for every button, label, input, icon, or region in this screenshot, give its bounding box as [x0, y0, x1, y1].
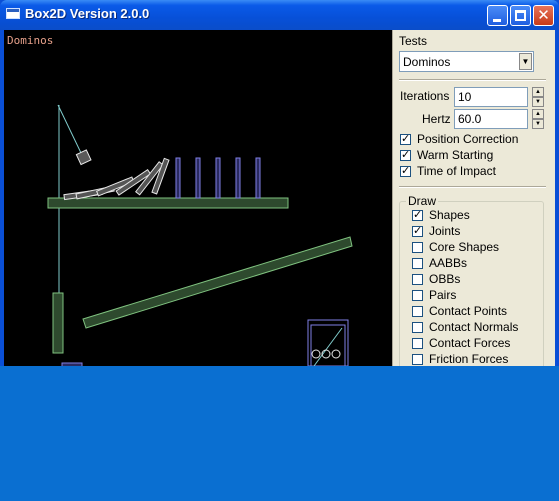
checkbox-label: Core Shapes [429, 240, 500, 254]
pendulum-rope [57, 104, 83, 156]
checkbox-box[interactable] [412, 224, 423, 237]
up-arrow-icon[interactable]: ▲ [532, 87, 544, 97]
standing-domino [215, 157, 221, 199]
window-title: Box2D Version 2.0.0 [25, 6, 150, 21]
separator [399, 186, 546, 188]
basket-outer [307, 319, 349, 366]
checkbox-box[interactable] [400, 164, 411, 177]
checkbox-box[interactable] [412, 208, 423, 221]
iterations-stepper[interactable]: ▲ ▼ [532, 87, 544, 107]
close-icon: ✕ [537, 7, 550, 24]
checkbox-label: Position Correction [417, 132, 519, 146]
checkbox-box[interactable] [400, 148, 411, 161]
app-window: Box2D Version 2.0.0 ✕ Dominos Tests Domi… [0, 0, 559, 366]
title-bar[interactable]: Box2D Version 2.0.0 ✕ [0, 0, 559, 30]
checkbox-box[interactable] [412, 322, 423, 333]
checkbox-label: Contact Forces [429, 336, 511, 350]
checkbox-label: Warm Starting [417, 148, 494, 162]
draw-group-title: Draw [406, 194, 439, 208]
upper-shelf [47, 197, 289, 209]
simulation-canvas[interactable]: Dominos [4, 30, 392, 366]
standing-domino [175, 157, 181, 199]
up-arrow-icon[interactable]: ▲ [532, 109, 544, 119]
standing-domino [235, 157, 241, 199]
hertz-field[interactable]: 60.0 [454, 109, 528, 129]
standing-domino [195, 157, 201, 199]
iterations-label: Iterations [400, 89, 450, 103]
hertz-label: Hertz [422, 112, 451, 126]
basket-joint [313, 327, 343, 366]
desktop-background [0, 366, 559, 501]
hertz-value: 60.0 [458, 112, 482, 126]
close-button[interactable]: ✕ [533, 5, 554, 26]
checkbox-box[interactable] [412, 258, 423, 269]
checkbox-box[interactable] [412, 338, 423, 349]
checkbox-label: Pairs [429, 288, 457, 302]
maximize-button[interactable] [510, 5, 531, 26]
checkbox-box[interactable] [400, 132, 411, 145]
minimize-button[interactable] [487, 5, 508, 26]
standing-domino [255, 157, 261, 199]
checkbox-label: Shapes [429, 208, 470, 222]
down-arrow-icon[interactable]: ▼ [532, 97, 544, 107]
checkbox-label: Friction Forces [429, 352, 509, 366]
maximize-icon [515, 10, 526, 21]
minimize-icon [493, 19, 501, 22]
hertz-stepper[interactable]: ▲ ▼ [532, 109, 544, 129]
down-arrow-icon[interactable]: ▼ [532, 119, 544, 129]
checkbox-label: OBBs [429, 272, 461, 286]
checkbox-label: Contact Normals [429, 320, 519, 334]
checkbox-label: Contact Points [429, 304, 508, 318]
control-panel: Tests Dominos ▼ Iterations 10 ▲ ▼ Hertz … [392, 30, 555, 366]
checkbox-box[interactable] [412, 242, 423, 253]
tests-label: Tests [399, 34, 428, 48]
chevron-down-icon[interactable]: ▼ [519, 53, 532, 70]
ball [311, 349, 321, 359]
window-frame-right [555, 30, 559, 366]
checkbox-label: AABBs [429, 256, 468, 270]
separator [399, 79, 546, 81]
test-select-value: Dominos [403, 55, 451, 69]
checkbox-box[interactable] [412, 354, 423, 365]
checkbox-box[interactable] [412, 306, 423, 317]
checkbox-label: Joints [429, 224, 461, 238]
iterations-value: 10 [458, 90, 472, 104]
checkbox-box[interactable] [412, 290, 423, 301]
checkbox-label: Time of Impact [417, 164, 496, 178]
scene-drawing [47, 104, 353, 366]
pendulum-bob [75, 149, 92, 166]
checkbox-box[interactable] [412, 274, 423, 285]
vertical-slab [52, 292, 64, 354]
iterations-field[interactable]: 10 [454, 87, 528, 107]
tilted-ramp [82, 236, 353, 329]
ball [331, 349, 341, 359]
test-select[interactable]: Dominos ▼ [399, 51, 534, 72]
window-icon [6, 8, 20, 19]
